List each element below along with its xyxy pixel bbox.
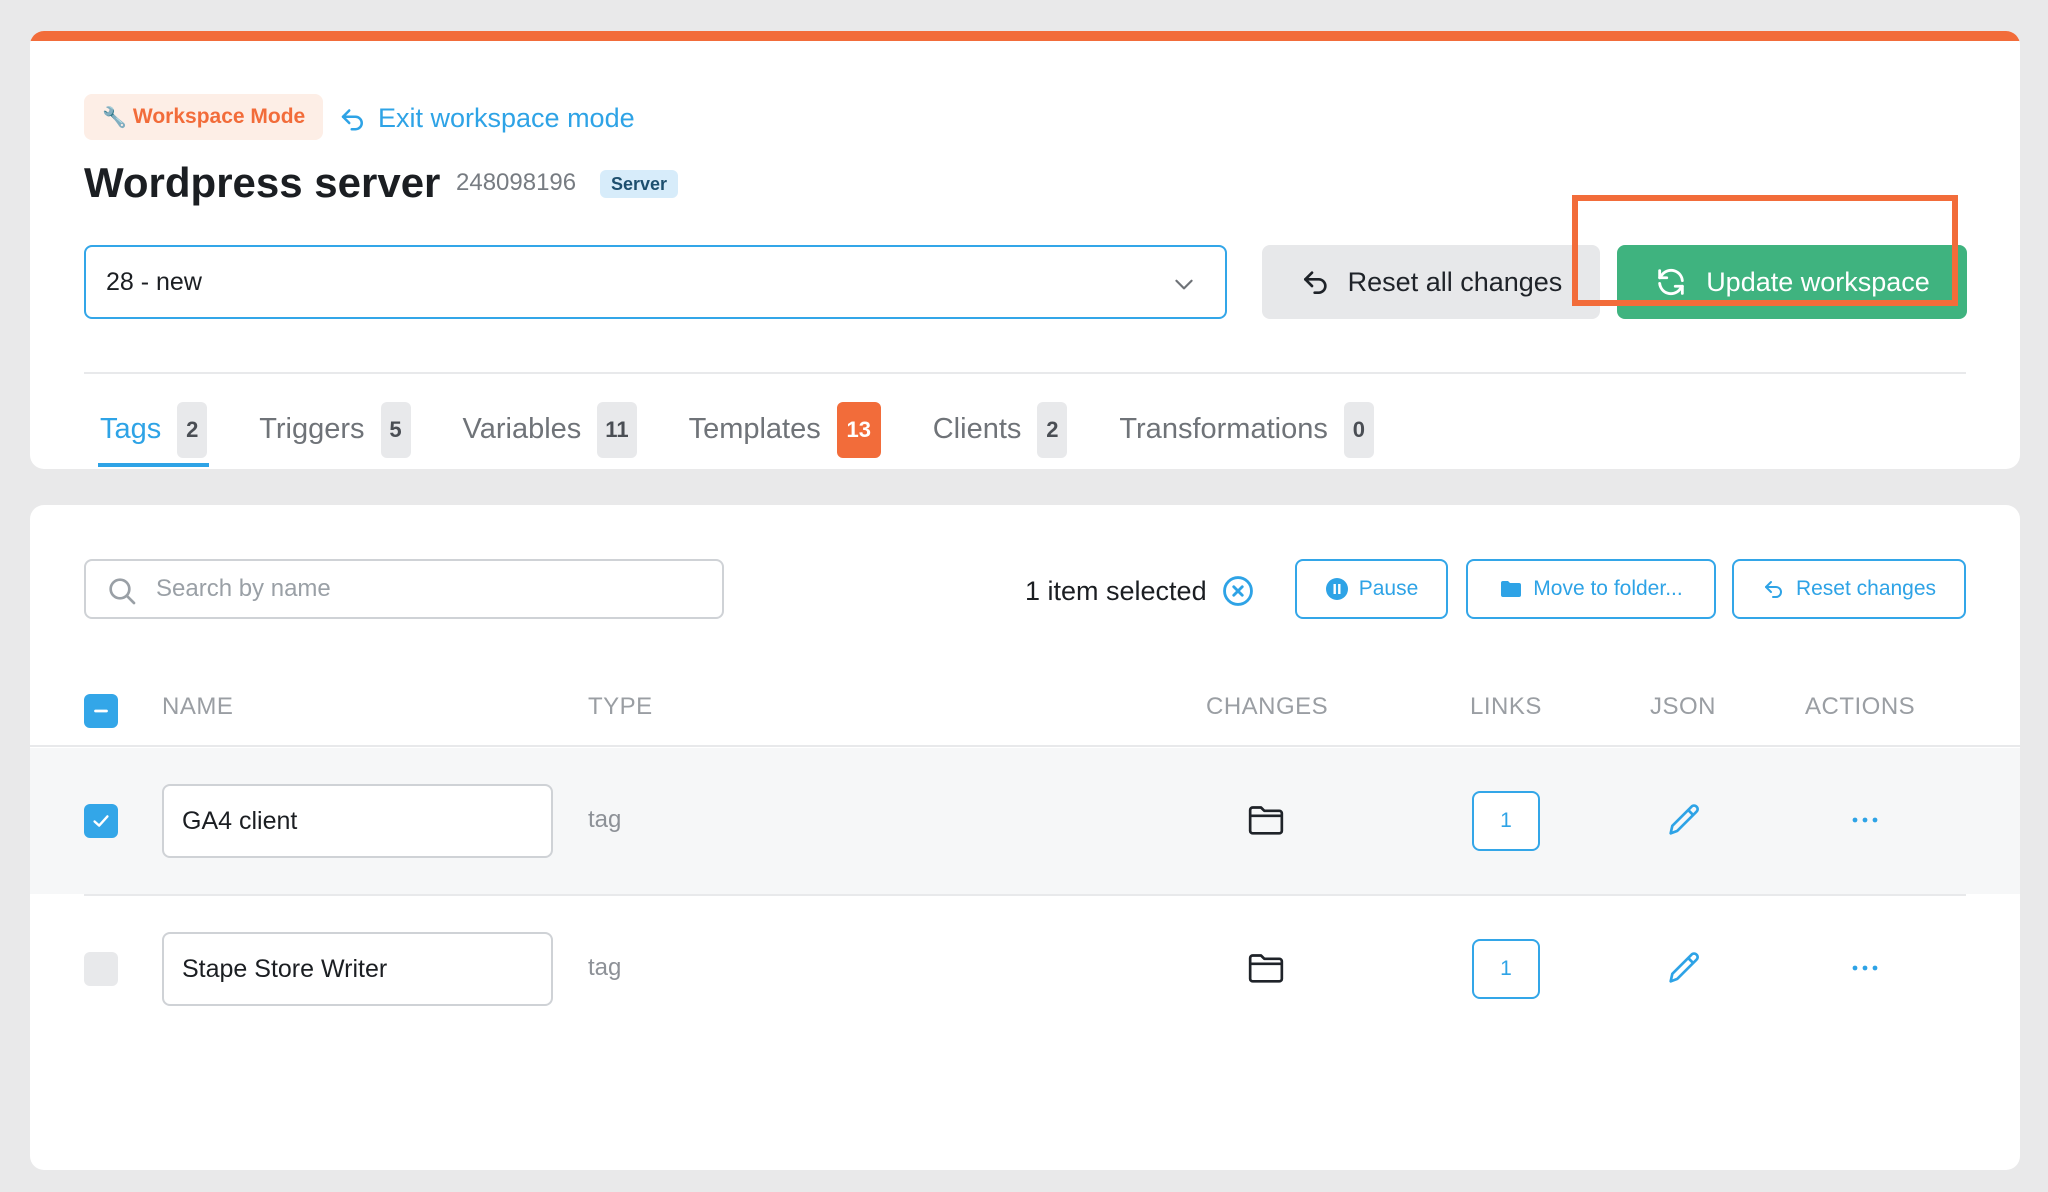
exit-workspace-link[interactable]: Exit workspace mode	[338, 95, 635, 141]
tag-name-field[interactable]: GA4 client	[162, 784, 553, 858]
selected-count-text: 1 item selected	[1025, 575, 1207, 606]
workspace-header-card: 🔧 Workspace Mode Exit workspace mode Wor…	[30, 31, 2020, 469]
exit-workspace-label: Exit workspace mode	[378, 102, 635, 133]
workspace-mode-badge: 🔧 Workspace Mode	[84, 94, 324, 140]
tab-label: Clients	[932, 413, 1022, 445]
tab-variables[interactable]: Variables 11	[463, 392, 637, 467]
links-count-button[interactable]: 1	[1472, 791, 1540, 851]
tab-count-badge: 5	[380, 401, 411, 458]
links-count: 1	[1500, 957, 1512, 980]
container-type-badge: Server	[600, 170, 679, 198]
workspace-accent-bar	[30, 31, 2020, 41]
tag-type: tag	[588, 954, 622, 981]
links-count: 1	[1500, 809, 1512, 832]
search-icon	[109, 578, 136, 605]
tag-name: GA4 client	[182, 806, 298, 835]
column-header-actions: ACTIONS	[1805, 693, 1916, 720]
tab-triggers[interactable]: Triggers 5	[259, 392, 411, 467]
folder-outline-icon[interactable]	[1246, 800, 1286, 840]
ellipsis-icon[interactable]	[1845, 954, 1885, 982]
tab-count-badge: 2	[1037, 401, 1068, 458]
select-all-checkbox[interactable]	[84, 694, 118, 728]
wrench-icon: 🔧	[102, 106, 127, 129]
column-header-name[interactable]: NAME	[162, 693, 233, 721]
pencil-icon[interactable]	[1664, 800, 1704, 840]
search-input[interactable]	[156, 575, 722, 603]
tab-label: Transformations	[1119, 413, 1328, 445]
workspace-version-select[interactable]: 28 - new	[84, 245, 1227, 319]
undo-arrow-icon	[1303, 271, 1327, 294]
row-checkbox[interactable]	[84, 952, 118, 986]
tag-name: Stape Store Writer	[182, 954, 388, 983]
tab-count-badge: 13	[836, 401, 881, 458]
reset-all-changes-label: Reset all changes	[1347, 266, 1563, 297]
ellipsis-icon[interactable]	[1845, 806, 1885, 834]
reset-all-changes-button[interactable]: Reset all changes	[1262, 245, 1600, 319]
chevron-down-icon	[1175, 279, 1193, 290]
pause-label: Pause	[1358, 577, 1419, 600]
reset-changes-button[interactable]: Reset changes	[1732, 559, 1966, 619]
refresh-icon	[1658, 268, 1684, 296]
column-header-json: JSON	[1650, 693, 1717, 720]
folder-icon	[1501, 581, 1522, 597]
search-box[interactable]	[84, 559, 724, 619]
pause-circle-icon	[1325, 578, 1348, 600]
container-id: 248098196	[456, 169, 577, 196]
table-row[interactable]: Stape Store Writer tag 1	[30, 896, 2020, 1042]
tab-count-badge: 11	[597, 401, 637, 458]
page-title: Wordpress server	[84, 159, 441, 206]
folder-outline-icon[interactable]	[1246, 948, 1286, 988]
column-header-changes: CHANGES	[1206, 693, 1329, 720]
tab-templates[interactable]: Templates 13	[689, 392, 881, 467]
reset-changes-label: Reset changes	[1795, 577, 1937, 600]
workspace-mode-label: Workspace Mode	[132, 105, 306, 128]
tag-name-field[interactable]: Stape Store Writer	[162, 932, 553, 1006]
column-header-type[interactable]: TYPE	[588, 693, 653, 721]
links-count-button[interactable]: 1	[1472, 939, 1540, 999]
tab-label: Triggers	[259, 413, 365, 445]
tab-transformations[interactable]: Transformations 0	[1119, 392, 1374, 467]
tab-count-badge: 2	[177, 401, 208, 458]
pause-button[interactable]: Pause	[1295, 559, 1448, 619]
header-divider	[84, 372, 1966, 374]
tag-type: tag	[588, 806, 622, 833]
row-checkbox[interactable]	[84, 804, 118, 838]
checkmark-icon	[93, 815, 109, 827]
update-workspace-label: Update workspace	[1706, 266, 1930, 297]
close-circle-icon[interactable]	[1221, 574, 1255, 608]
selection-info: 1 item selected	[1025, 571, 1255, 611]
column-header-links: LINKS	[1470, 693, 1542, 720]
tab-label: Templates	[688, 413, 821, 445]
undo-arrow-icon	[1764, 581, 1782, 598]
workspace-version-value: 28 - new	[106, 267, 202, 296]
entity-tabs: Tags 2 Triggers 5 Variables 11 Templates…	[97, 392, 1426, 467]
tab-tags[interactable]: Tags 2	[97, 392, 210, 467]
tab-clients[interactable]: Clients 2	[933, 392, 1068, 467]
table-header: NAME TYPE CHANGES LINKS JSON ACTIONS	[30, 675, 2020, 747]
move-to-folder-button[interactable]: Move to folder...	[1466, 559, 1716, 619]
tags-list-card: 1 item selected Pause Move to folder... …	[30, 505, 2020, 1170]
tab-count-badge: 0	[1343, 401, 1374, 458]
pencil-icon[interactable]	[1664, 948, 1704, 988]
undo-arrow-icon	[341, 109, 363, 131]
update-workspace-button[interactable]: Update workspace	[1617, 245, 1967, 319]
move-to-folder-label: Move to folder...	[1533, 577, 1683, 600]
tab-label: Tags	[100, 413, 162, 445]
tab-label: Variables	[462, 413, 582, 445]
table-row[interactable]: GA4 client tag 1	[30, 748, 2020, 894]
minus-icon	[94, 709, 108, 713]
